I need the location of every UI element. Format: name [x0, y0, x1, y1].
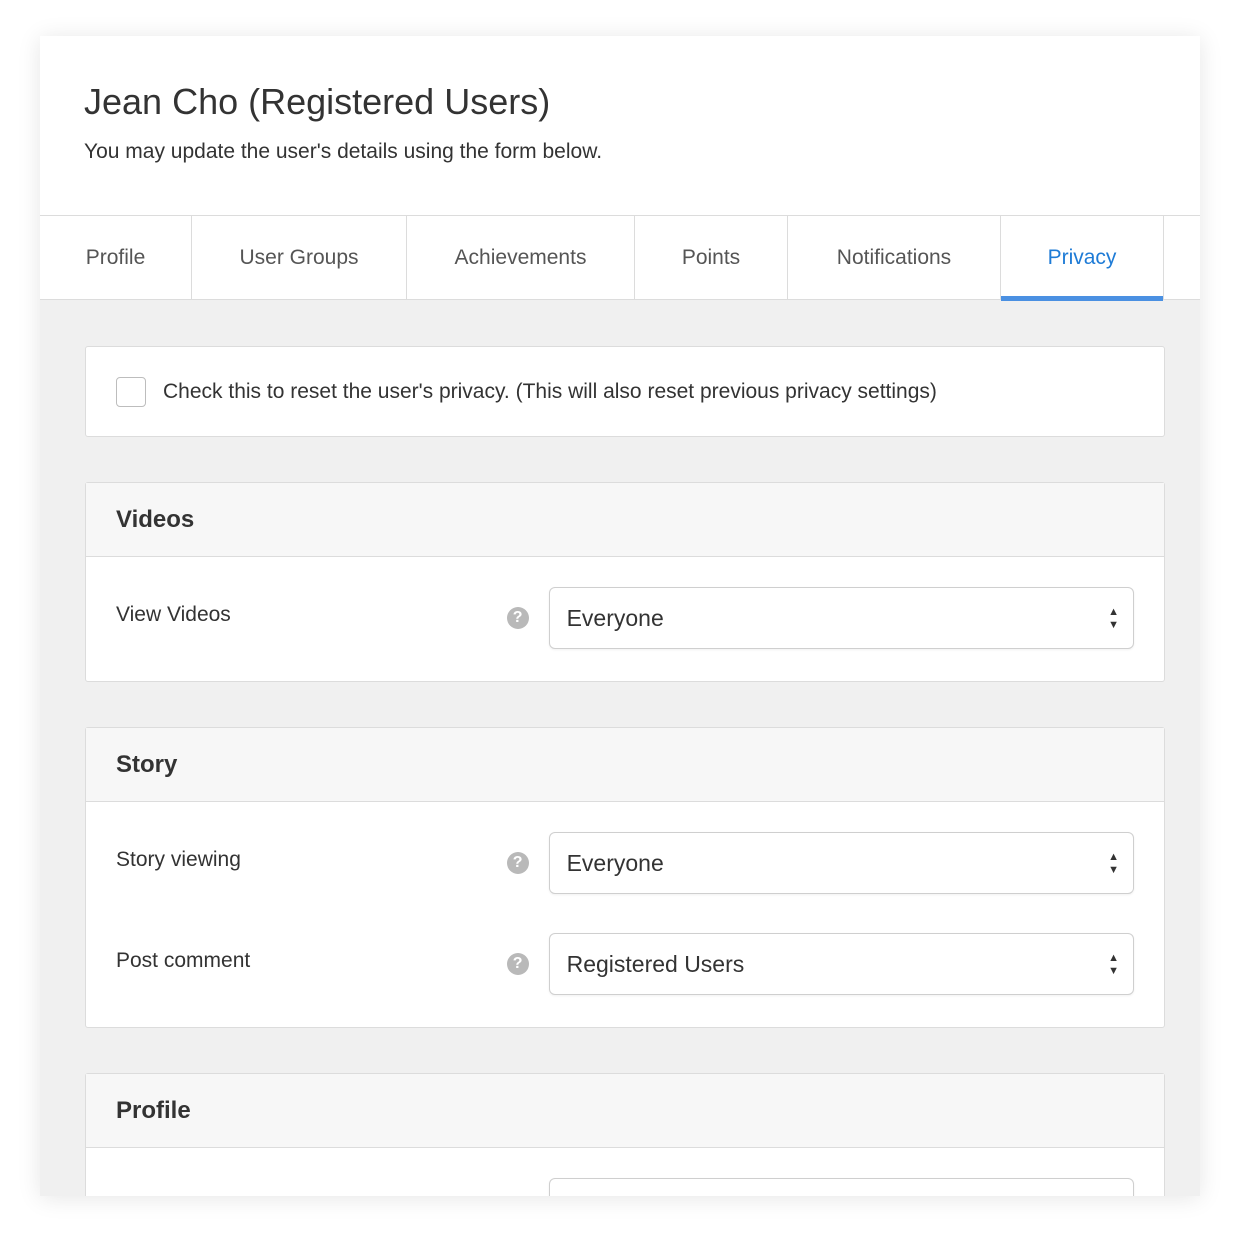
profile-panel: Profile ? [85, 1073, 1165, 1196]
videos-panel-title: Videos [86, 483, 1164, 557]
select-arrows-icon: ▲ ▼ [1108, 850, 1119, 876]
reset-privacy-label: Check this to reset the user's privacy. … [163, 379, 937, 403]
view-videos-row: View Videos ? Everyone ▲ ▼ [116, 587, 1134, 649]
post-comment-value: Registered Users [566, 950, 745, 977]
story-viewing-select[interactable]: Everyone ▲ ▼ [548, 832, 1134, 894]
select-arrows-icon: ▲ ▼ [1108, 605, 1119, 631]
profile-panel-title: Profile [86, 1074, 1164, 1148]
story-viewing-value: Everyone [566, 849, 664, 876]
story-viewing-row: Story viewing ? Everyone ▲ ▼ [116, 832, 1134, 894]
help-icon[interactable]: ? [506, 953, 529, 975]
story-panel: Story Story viewing ? Everyone ▲ ▼ Post c… [85, 727, 1165, 1028]
story-panel-title: Story [86, 728, 1164, 802]
post-comment-select[interactable]: Registered Users ▲ ▼ [548, 933, 1134, 995]
reset-privacy-checkbox[interactable] [116, 376, 146, 407]
select-arrows-icon: ▲ ▼ [1108, 951, 1119, 977]
help-icon[interactable]: ? [506, 852, 529, 874]
help-icon[interactable]: ? [506, 607, 529, 629]
post-comment-row: Post comment ? Registered Users ▲ ▼ [116, 933, 1134, 995]
view-videos-select[interactable]: Everyone ▲ ▼ [548, 587, 1134, 649]
tab-privacy[interactable]: Privacy [1001, 216, 1164, 301]
page-title: Jean Cho (Registered Users) [84, 81, 551, 122]
story-viewing-label: Story viewing [116, 848, 241, 871]
tab-notifications[interactable]: Notifications [788, 216, 1001, 300]
tab-bar: Profile User Groups Achievements Points … [40, 215, 1200, 301]
view-videos-value: Everyone [566, 604, 664, 631]
videos-panel: Videos View Videos ? Everyone ▲ ▼ [85, 482, 1165, 682]
tab-user-groups[interactable]: User Groups [192, 216, 407, 300]
tab-achievements[interactable]: Achievements [407, 216, 635, 300]
user-edit-window: Jean Cho (Registered Users) You may upda… [40, 36, 1200, 1196]
privacy-content: Check this to reset the user's privacy. … [40, 300, 1200, 1196]
tab-points[interactable]: Points [635, 216, 788, 300]
post-comment-label: Post comment [116, 949, 251, 972]
page-header: Jean Cho (Registered Users) You may upda… [40, 36, 1200, 215]
tab-profile[interactable]: Profile [40, 216, 192, 300]
view-videos-label: View Videos [116, 603, 231, 626]
profile-row: ? [116, 1178, 1134, 1196]
profile-select[interactable] [549, 1178, 1134, 1196]
reset-privacy-box: Check this to reset the user's privacy. … [85, 346, 1165, 437]
page-subtitle: You may update the user's details using … [84, 140, 603, 163]
